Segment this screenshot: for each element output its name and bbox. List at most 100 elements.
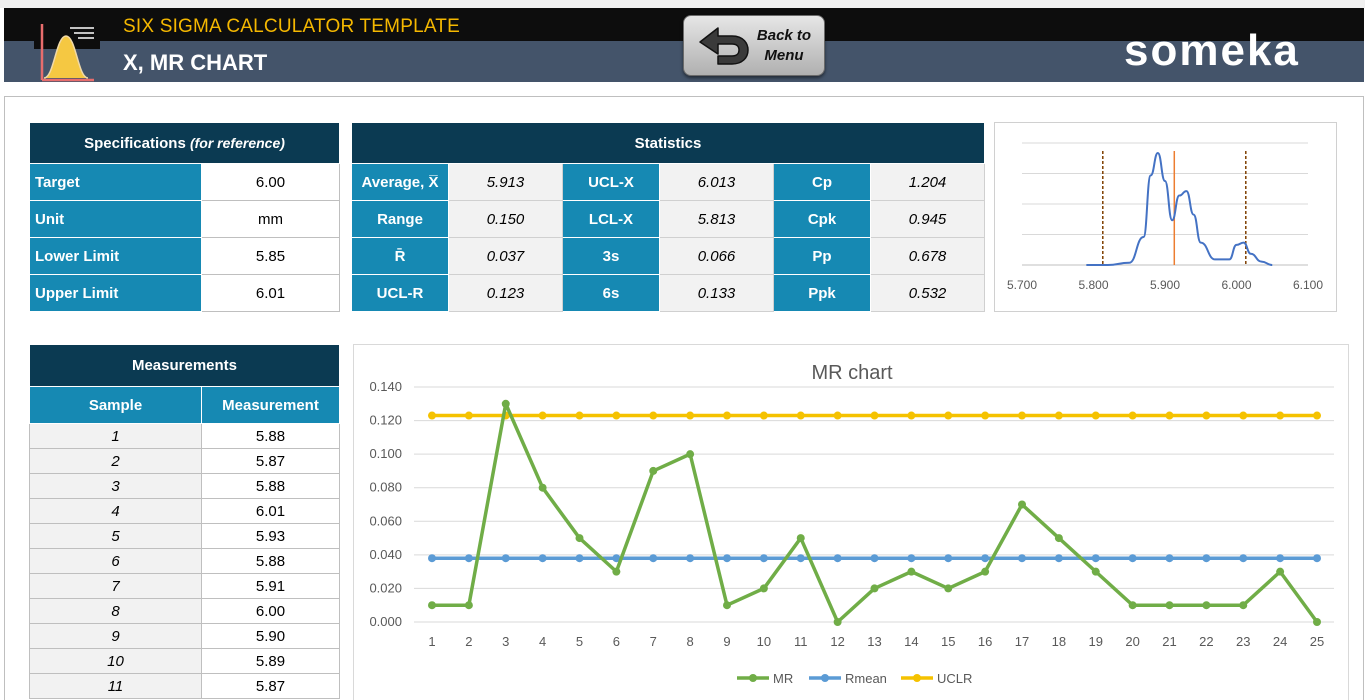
spec-label-upper-limit: Upper Limit xyxy=(29,274,202,312)
x-tick-label: 6.100 xyxy=(1293,278,1323,292)
stat-value: 5.813 xyxy=(659,200,774,238)
x-tick-label: 18 xyxy=(1052,634,1066,649)
stat-label: Cp xyxy=(773,163,871,201)
x-tick-label: 14 xyxy=(904,634,918,649)
stat-label: LCL-X xyxy=(562,200,660,238)
stat-label: Ppk xyxy=(773,274,871,312)
measurements-heading: Measurements xyxy=(29,344,340,387)
x-tick-label: 21 xyxy=(1162,634,1176,649)
brand-logo: someka xyxy=(1124,26,1300,75)
data-point-rmean xyxy=(723,554,731,563)
data-point-rmean xyxy=(981,554,990,563)
measurement-value[interactable]: 6.00 xyxy=(201,598,340,624)
measurement-value[interactable]: 5.89 xyxy=(201,648,340,674)
data-point-uclr xyxy=(1239,411,1248,420)
measurement-value[interactable]: 5.87 xyxy=(201,673,340,699)
data-point-rmean xyxy=(1165,554,1174,563)
data-point-rmean xyxy=(1091,554,1100,563)
x-tick-label: 3 xyxy=(502,634,509,649)
spec-value-target[interactable]: 6.00 xyxy=(201,163,340,201)
back-arrow-icon xyxy=(699,27,749,65)
sample-index: 5 xyxy=(29,523,202,549)
y-tick-label: 0.020 xyxy=(369,580,402,595)
measurement-value[interactable]: 5.88 xyxy=(201,548,340,574)
x-tick-label: 5.700 xyxy=(1007,278,1037,292)
legend-marker xyxy=(821,674,829,682)
data-point-mr xyxy=(981,567,990,576)
x-tick-label: 2 xyxy=(465,634,472,649)
x-tick-label: 8 xyxy=(687,634,694,649)
data-point-rmean xyxy=(1313,554,1321,563)
x-tick-label: 5.900 xyxy=(1150,278,1180,292)
data-point-uclr xyxy=(1128,411,1137,420)
spec-value-lower-limit[interactable]: 5.85 xyxy=(201,237,340,275)
measurement-value[interactable]: 5.87 xyxy=(201,448,340,474)
data-point-uclr xyxy=(870,411,879,420)
x-tick-label: 19 xyxy=(1089,634,1103,649)
measurement-value[interactable]: 6.01 xyxy=(201,498,340,524)
data-point-rmean xyxy=(538,554,547,563)
data-point-uclr xyxy=(1202,411,1211,420)
bell-curve-logo-icon xyxy=(34,16,100,82)
measurement-value[interactable]: 5.88 xyxy=(201,423,340,449)
data-point-uclr xyxy=(649,411,658,420)
data-point-uclr xyxy=(1018,411,1026,420)
mr-chart-svg: MR chart 0.000 0.020 0.040 0.060 0.080 0.100 0.… xyxy=(369,362,1334,686)
specifications-heading-note: (for reference) xyxy=(189,134,285,151)
x-tick-label: 6 xyxy=(613,634,620,649)
data-point-mr xyxy=(686,450,695,459)
stat-label: R̄ xyxy=(351,237,449,275)
data-point-uclr xyxy=(833,411,842,420)
table-row: 1 5.88 xyxy=(29,423,340,449)
sample-index: 2 xyxy=(29,448,202,474)
data-point-mr xyxy=(759,584,768,593)
stat-value: 0.945 xyxy=(870,200,985,238)
measurement-value[interactable]: 5.93 xyxy=(201,523,340,549)
back-to-menu-button[interactable]: Back to Menu xyxy=(683,15,825,76)
x-tick-label: 20 xyxy=(1125,634,1139,649)
data-point-rmean xyxy=(796,554,805,563)
spec-value-upper-limit[interactable]: 6.01 xyxy=(201,274,340,312)
x-tick-label: 15 xyxy=(941,634,955,649)
data-point-uclr xyxy=(686,411,695,420)
data-point-rmean xyxy=(1276,554,1285,563)
data-point-rmean xyxy=(1128,554,1137,563)
table-row: 9 5.90 xyxy=(29,623,340,649)
data-point-rmean xyxy=(501,554,510,563)
data-point-rmean xyxy=(575,554,584,563)
column-header-measurement: Measurement xyxy=(201,386,340,424)
stat-label: UCL-X xyxy=(562,163,660,201)
data-point-uclr xyxy=(944,411,953,420)
statistics-heading: Statistics xyxy=(351,122,985,164)
spec-label-target: Target xyxy=(29,163,202,201)
data-point-uclr xyxy=(538,411,547,420)
data-point-uclr xyxy=(612,411,621,420)
measurements-table: Measurements Sample Measurement 1 5.88 2 5.… xyxy=(29,344,340,699)
sample-index: 11 xyxy=(29,673,202,699)
measurement-value[interactable]: 5.91 xyxy=(201,573,340,599)
data-point-uclr xyxy=(759,411,768,420)
stat-value: 0.037 xyxy=(448,237,563,275)
distribution-chart-svg: 5.700 5.800 5.900 6.000 6.100 xyxy=(1007,142,1323,292)
data-point-uclr xyxy=(907,411,916,420)
data-point-rmean xyxy=(1018,554,1026,563)
x-tick-label: 5.800 xyxy=(1078,278,1108,292)
table-row: 6 5.88 xyxy=(29,548,340,574)
data-point-mr xyxy=(1018,500,1026,509)
data-point-uclr xyxy=(1091,411,1100,420)
spec-value-unit[interactable]: mm xyxy=(201,200,340,238)
data-point-mr xyxy=(501,399,510,408)
stat-value: 0.123 xyxy=(448,274,563,312)
distribution-chart: 5.700 5.800 5.900 6.000 6.100 xyxy=(994,122,1337,312)
measurement-value[interactable]: 5.90 xyxy=(201,623,340,649)
data-point-mr xyxy=(870,584,879,593)
stat-label: Range xyxy=(351,200,449,238)
y-tick-label: 0.080 xyxy=(369,480,402,495)
x-tick-label: 16 xyxy=(978,634,992,649)
x-tick-label: 1 xyxy=(428,634,435,649)
measurement-value[interactable]: 5.88 xyxy=(201,473,340,499)
data-point-rmean xyxy=(428,554,436,563)
sample-index: 3 xyxy=(29,473,202,499)
x-tick-label: 9 xyxy=(723,634,730,649)
data-point-mr xyxy=(428,601,436,610)
